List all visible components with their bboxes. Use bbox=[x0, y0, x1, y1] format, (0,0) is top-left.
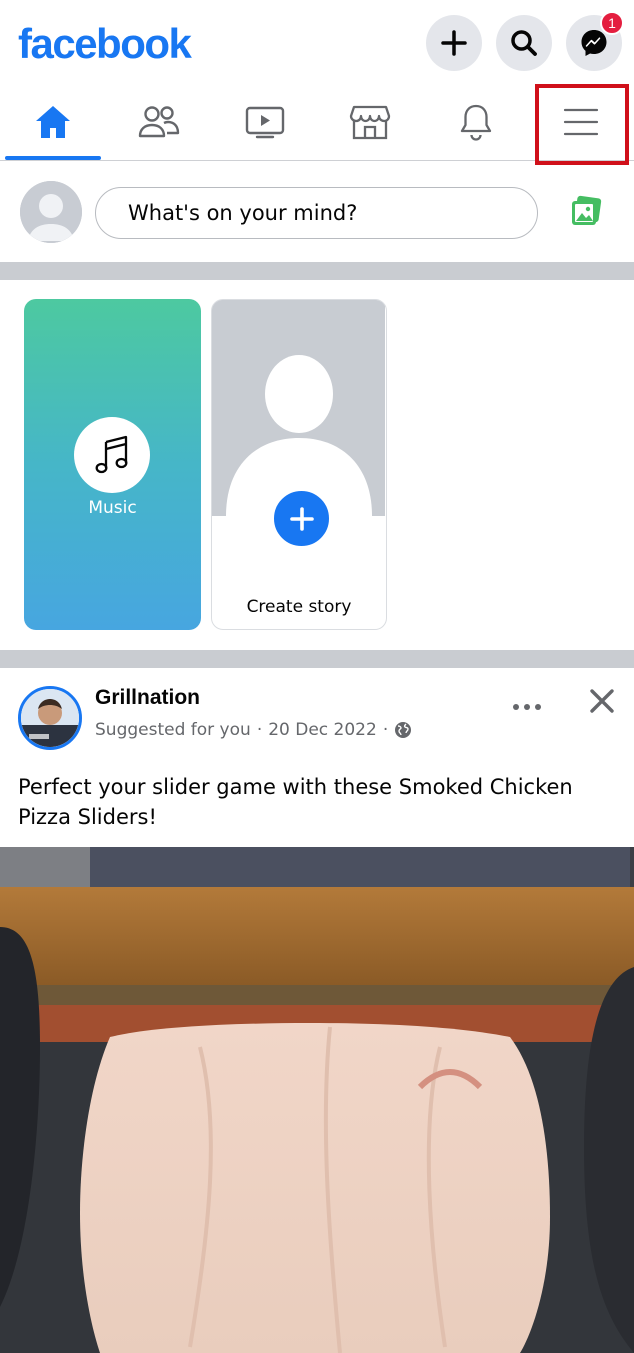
add-story-button[interactable] bbox=[271, 488, 332, 549]
post-date[interactable]: 20 Dec 2022 bbox=[268, 720, 377, 740]
meta-separator: · bbox=[382, 720, 389, 740]
tab-home[interactable] bbox=[0, 84, 106, 160]
friends-icon bbox=[138, 106, 180, 138]
create-story-label: Create story bbox=[246, 597, 352, 617]
messenger-button[interactable]: 1 bbox=[566, 11, 624, 71]
bell-icon bbox=[460, 104, 492, 141]
post-text: Perfect your slider game with these Smok… bbox=[18, 775, 573, 829]
meta-separator: · bbox=[256, 720, 263, 740]
marketplace-icon bbox=[349, 105, 391, 140]
music-story-label: Music bbox=[88, 498, 137, 518]
hide-post-button[interactable] bbox=[589, 688, 615, 718]
smoked-chicken-photo bbox=[0, 847, 634, 1353]
search-icon bbox=[511, 30, 537, 56]
profile-photo bbox=[21, 689, 79, 747]
photo-icon bbox=[572, 195, 602, 225]
suggested-label: Suggested for you bbox=[95, 720, 251, 740]
tab-friends[interactable] bbox=[106, 84, 212, 160]
facebook-logo: facebook bbox=[18, 20, 192, 67]
tab-notifications[interactable] bbox=[423, 84, 529, 160]
default-avatar-icon bbox=[20, 181, 82, 243]
globe-icon bbox=[395, 722, 412, 738]
menu-highlight-box bbox=[535, 84, 629, 165]
whats-on-your-mind-input[interactable]: What's on your mind? bbox=[95, 187, 538, 239]
default-avatar-icon bbox=[212, 300, 385, 516]
post-meta: Suggested for you · 20 Dec 2022 · bbox=[95, 720, 412, 740]
page-avatar[interactable] bbox=[18, 686, 82, 750]
tab-watch[interactable] bbox=[212, 84, 318, 160]
section-separator bbox=[0, 650, 634, 668]
create-button[interactable] bbox=[426, 15, 482, 71]
plus-icon bbox=[441, 30, 467, 56]
post-image[interactable] bbox=[0, 847, 634, 1353]
photo-button[interactable] bbox=[569, 195, 603, 231]
post-author[interactable]: Grillnation bbox=[95, 686, 200, 710]
video-icon bbox=[245, 106, 285, 139]
home-icon bbox=[36, 106, 70, 138]
plus-icon bbox=[289, 506, 314, 531]
tab-marketplace[interactable] bbox=[317, 84, 423, 160]
section-separator bbox=[0, 262, 634, 280]
music-note-icon bbox=[95, 435, 128, 474]
close-icon bbox=[590, 689, 614, 713]
music-icon-circle bbox=[74, 417, 150, 493]
more-dots-icon bbox=[513, 704, 541, 710]
create-story-avatar bbox=[212, 300, 385, 516]
search-button[interactable] bbox=[496, 15, 552, 71]
profile-avatar[interactable] bbox=[20, 181, 82, 243]
create-story-card[interactable] bbox=[211, 299, 387, 630]
more-options-button[interactable] bbox=[512, 697, 542, 716]
notification-badge: 1 bbox=[600, 11, 624, 35]
